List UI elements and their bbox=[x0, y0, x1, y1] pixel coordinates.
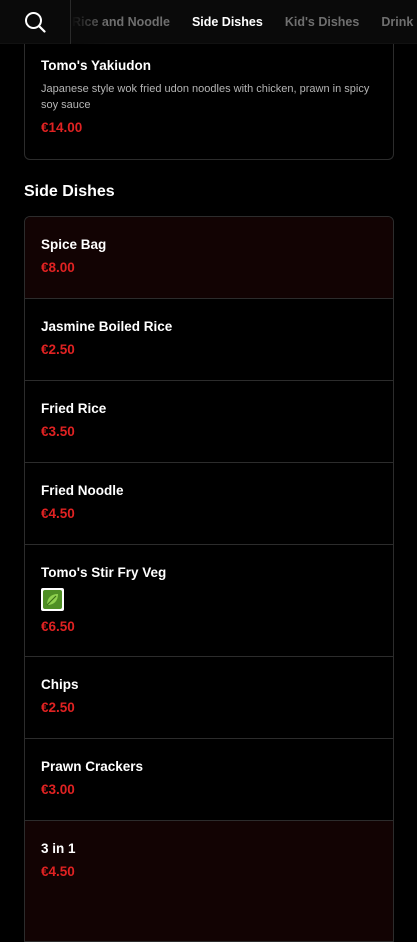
list-item[interactable]: Prawn Crackers €3.00 bbox=[25, 739, 393, 821]
tab-side-dishes[interactable]: Side Dishes bbox=[181, 0, 274, 44]
menu-content: Tomo's Yakiudon Japanese style wok fried… bbox=[24, 44, 394, 942]
tab-kids-dishes[interactable]: Kid's Dishes bbox=[274, 0, 371, 44]
menu-item-list: Spice Bag €8.00 Jasmine Boiled Rice €2.5… bbox=[24, 216, 394, 942]
section-title: Side Dishes bbox=[24, 183, 115, 200]
item-name: Spice Bag bbox=[41, 237, 107, 252]
item-price: €14.00 bbox=[41, 120, 83, 135]
list-item[interactable]: Fried Rice €3.50 bbox=[25, 381, 393, 463]
tab-rice-and-noodle[interactable]: Rice and Noodle bbox=[71, 0, 181, 44]
item-description: Japanese style wok fried udon noodles wi… bbox=[41, 83, 370, 111]
item-price: €4.50 bbox=[41, 506, 75, 521]
item-name: Prawn Crackers bbox=[41, 759, 144, 774]
item-name: Fried Noodle bbox=[41, 483, 124, 498]
item-price: €4.50 bbox=[41, 864, 75, 879]
list-item[interactable]: Fried Noodle €4.50 bbox=[25, 463, 393, 545]
list-item[interactable]: Spice Bag €8.00 bbox=[25, 217, 393, 299]
item-price: €3.50 bbox=[41, 424, 75, 439]
item-name: Jasmine Boiled Rice bbox=[41, 319, 173, 334]
list-item[interactable]: Chips €2.50 bbox=[25, 657, 393, 739]
category-nav-bar: Rice and Noodle Side Dishes Kid's Dishes… bbox=[0, 0, 417, 44]
item-name: Tomo's Stir Fry Veg bbox=[41, 565, 167, 580]
item-price: €3.00 bbox=[41, 782, 75, 797]
item-price: €6.50 bbox=[41, 619, 75, 634]
search-icon bbox=[25, 11, 46, 33]
leaf-icon bbox=[43, 590, 62, 609]
category-tabs: Rice and Noodle Side Dishes Kid's Dishes… bbox=[71, 0, 417, 44]
item-price: €2.50 bbox=[41, 700, 75, 715]
list-item[interactable]: 3 in 1 €4.50 bbox=[25, 821, 393, 941]
menu-item-card[interactable]: Tomo's Yakiudon Japanese style wok fried… bbox=[24, 44, 394, 160]
item-name: Chips bbox=[41, 677, 79, 692]
item-name: Tomo's Yakiudon bbox=[41, 58, 151, 73]
list-item[interactable]: Tomo's Stir Fry Veg €6.50 bbox=[25, 545, 393, 657]
item-name: 3 in 1 bbox=[41, 841, 76, 856]
item-name: Fried Rice bbox=[41, 401, 107, 416]
tab-drink[interactable]: Drink bbox=[370, 0, 417, 44]
item-price: €2.50 bbox=[41, 342, 75, 357]
vegetarian-badge bbox=[41, 588, 64, 611]
list-item[interactable]: Jasmine Boiled Rice €2.50 bbox=[25, 299, 393, 381]
search-button[interactable] bbox=[0, 0, 71, 44]
item-price: €8.00 bbox=[41, 260, 75, 275]
